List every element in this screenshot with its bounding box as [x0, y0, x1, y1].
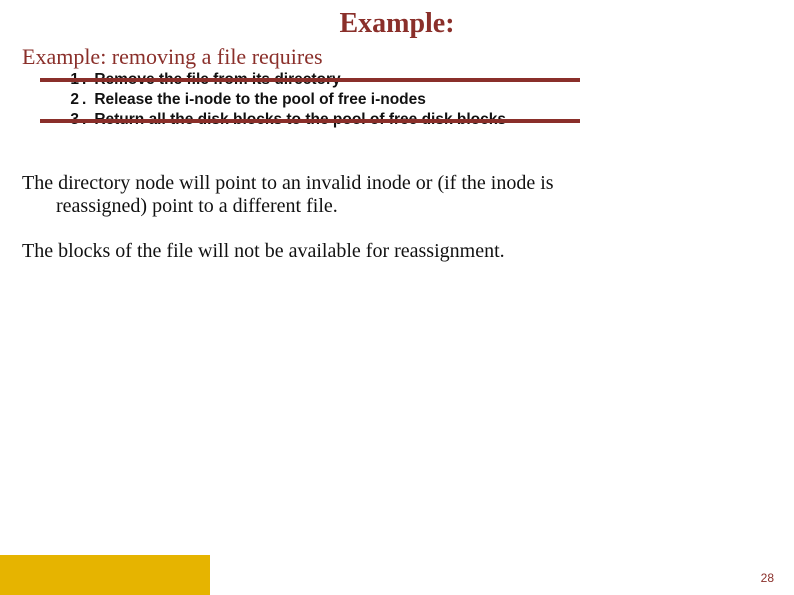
decorative-gold-box: [0, 555, 210, 595]
body-paragraph: The directory node will point to an inva…: [22, 172, 764, 218]
strikethrough-bar: [40, 119, 580, 123]
page-number: 28: [761, 571, 774, 585]
list-dot: .: [82, 90, 94, 110]
list-text: Release the i-node to the pool of free i…: [94, 90, 426, 110]
slide: Example: Example: removing a file requir…: [0, 0, 794, 595]
body-text-line: The directory node will point to an inva…: [22, 172, 554, 194]
strikethrough-bar: [40, 78, 580, 82]
list-number: 2: [60, 90, 82, 110]
body-text-line: reassigned) point to a different file.: [22, 195, 764, 218]
slide-title: Example:: [0, 8, 794, 40]
slide-subtitle: Example: removing a file requires: [22, 44, 323, 70]
list-item: 2 . Release the i-node to the pool of fr…: [60, 90, 764, 110]
body-paragraph: The blocks of the file will not be avail…: [22, 240, 764, 263]
